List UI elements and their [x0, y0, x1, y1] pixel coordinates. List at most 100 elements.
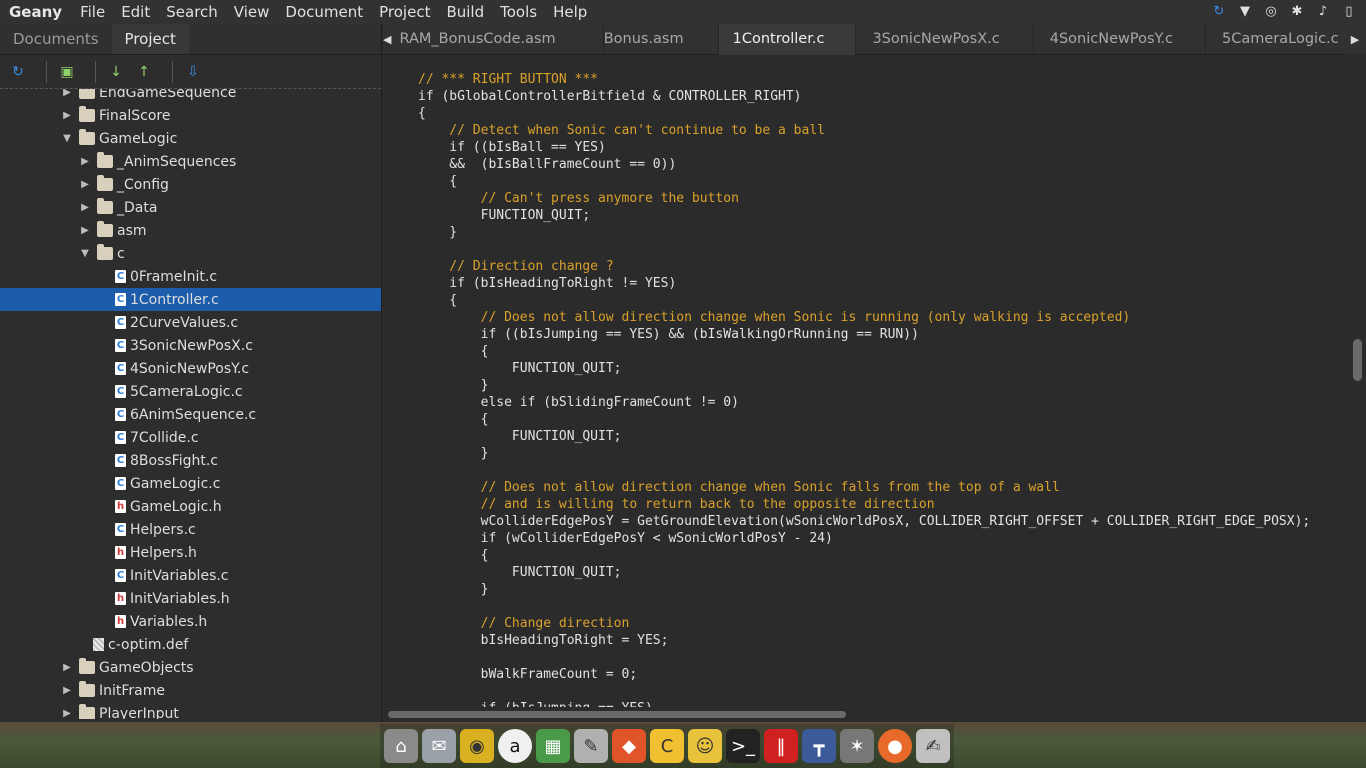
tab-scroll-left-icon[interactable]: ◀ [383, 33, 391, 46]
collapsed-arrow-icon[interactable]: ▶ [79, 179, 91, 190]
tab-project[interactable]: Project [111, 24, 189, 54]
tree-file[interactable]: C 0FrameInit.c [0, 265, 381, 288]
tree-file[interactable]: h InitVariables.h [0, 587, 381, 610]
tree-folder[interactable]: ▶ InitFrame [0, 679, 381, 702]
tree-file[interactable]: C 5CameraLogic.c [0, 380, 381, 403]
tree-file[interactable]: h Variables.h [0, 610, 381, 633]
expanded-arrow-icon[interactable]: ▼ [61, 133, 73, 144]
audio-icon[interactable]: ◉ [460, 729, 494, 763]
tree-file[interactable]: h GameLogic.h [0, 495, 381, 518]
collapsed-arrow-icon[interactable]: ▶ [61, 110, 73, 121]
tree-folder[interactable]: ▼ c [0, 242, 381, 265]
menu-document[interactable]: Document [277, 3, 371, 21]
folder-icon [97, 152, 113, 168]
mail-clock-icon[interactable]: ✉ [422, 729, 456, 763]
tree-file[interactable]: C 4SonicNewPosY.c [0, 357, 381, 380]
tree-file[interactable]: C Helpers.c [0, 518, 381, 541]
expanded-arrow-icon[interactable]: ▼ [79, 248, 91, 259]
wifi-icon[interactable]: ▼ [1236, 2, 1254, 20]
refresh-icon[interactable]: ↻ [8, 62, 28, 82]
amazon-icon[interactable]: a [498, 729, 532, 763]
generic-file-icon [93, 638, 104, 651]
terminal-icon[interactable]: >_ [726, 729, 760, 763]
tree-item-label: 0FrameInit.c [130, 268, 218, 285]
tree-folder[interactable]: ▶ GameObjects [0, 656, 381, 679]
collapsed-arrow-icon[interactable]: ▶ [79, 202, 91, 213]
collapse-icon[interactable]: ⇩ [183, 62, 203, 82]
code-line: // *** RIGHT BUTTON *** [418, 72, 599, 87]
bluetooth-icon[interactable]: ✱ [1288, 2, 1306, 20]
folder-icon [79, 89, 95, 99]
tree-folder[interactable]: ▶ PlayerInput [0, 702, 381, 719]
horizontal-scroll-thumb[interactable] [388, 711, 846, 718]
menu-search[interactable]: Search [158, 3, 226, 21]
spreadsheet-icon[interactable]: ▦ [536, 729, 570, 763]
tree-file[interactable]: h Helpers.h [0, 541, 381, 564]
collapsed-arrow-icon[interactable]: ▶ [79, 225, 91, 236]
folder-icon [97, 221, 113, 237]
vertical-scrollbar[interactable] [1349, 55, 1366, 707]
collapsed-arrow-icon[interactable]: ▶ [61, 708, 73, 719]
collapsed-arrow-icon[interactable]: ▶ [79, 156, 91, 167]
menu-build[interactable]: Build [438, 3, 492, 21]
menu-tools[interactable]: Tools [492, 3, 545, 21]
color-bars-icon[interactable]: ‖ [764, 729, 798, 763]
gimp-icon[interactable]: ✶ [840, 729, 874, 763]
tab-1controller[interactable]: 1Controller.c [718, 23, 857, 55]
tree-file[interactable]: C 1Controller.c [0, 288, 381, 311]
tree-file[interactable]: C 7Collide.c [0, 426, 381, 449]
move-up-icon[interactable]: ↑ [134, 62, 154, 82]
tree-folder[interactable]: ▶ asm [0, 219, 381, 242]
tab-5cameralogic[interactable]: 5CameraLogic.c [1206, 24, 1366, 55]
tab-4sonicnewposy[interactable]: 4SonicNewPosY.c [1034, 23, 1207, 55]
tetris-icon[interactable]: ┳ [802, 729, 836, 763]
tree-folder[interactable]: ▶ _AnimSequences [0, 150, 381, 173]
text-editor-icon[interactable]: ✍ [916, 729, 950, 763]
sync-icon[interactable]: ↻ [1210, 2, 1228, 20]
git-icon[interactable]: ◆ [612, 729, 646, 763]
code-line: bIsHeadingToRight = YES; [418, 633, 669, 648]
menu-file[interactable]: File [72, 3, 113, 21]
new-folder-icon[interactable]: ▣ [57, 62, 77, 82]
tree-item-label: 6AnimSequence.c [130, 406, 257, 423]
browser-icon[interactable]: ◎ [1262, 2, 1280, 20]
tree-file[interactable]: C GameLogic.c [0, 472, 381, 495]
collapsed-arrow-icon[interactable]: ▶ [61, 662, 73, 673]
app-name: Geany [9, 3, 63, 21]
tree-folder[interactable]: ▶ FinalScore [0, 104, 381, 127]
folder-icon [79, 681, 95, 697]
chat-icon[interactable]: ☺ [688, 729, 722, 763]
menu-help[interactable]: Help [545, 3, 595, 21]
tab-documents[interactable]: Documents [0, 24, 112, 54]
tree-file[interactable]: C InitVariables.c [0, 564, 381, 587]
menu-project[interactable]: Project [371, 3, 438, 21]
tree-folder[interactable]: ▶ EndGameSequence [0, 89, 381, 104]
code-line: if (wColliderEdgePosY < wSonicWorldPosY … [418, 531, 833, 546]
battery-icon[interactable]: ▯ [1340, 2, 1358, 20]
horizontal-scrollbar[interactable] [383, 707, 1349, 722]
tab-bonus[interactable]: Bonus.asm [604, 23, 719, 55]
menu-edit[interactable]: Edit [113, 3, 158, 21]
collapsed-arrow-icon[interactable]: ▶ [61, 685, 73, 696]
volume-icon[interactable]: ♪ [1314, 2, 1332, 20]
vertical-scroll-thumb[interactable] [1353, 339, 1362, 381]
tree-file[interactable]: c-optim.def [0, 633, 381, 656]
notes-icon[interactable]: ✎ [574, 729, 608, 763]
code-editor-icon[interactable]: C [650, 729, 684, 763]
collapsed-arrow-icon[interactable]: ▶ [61, 89, 73, 98]
tree-file[interactable]: C 2CurveValues.c [0, 311, 381, 334]
tree-folder[interactable]: ▶ _Config [0, 173, 381, 196]
tab-ram-bonuscode[interactable]: RAM_BonusCode.asm [391, 23, 604, 55]
tree-file[interactable]: C 6AnimSequence.c [0, 403, 381, 426]
tree-folder[interactable]: ▶ _Data [0, 196, 381, 219]
menu-view[interactable]: View [226, 3, 278, 21]
tree-file[interactable]: C 3SonicNewPosX.c [0, 334, 381, 357]
home-folder-icon[interactable]: ⌂ [384, 729, 418, 763]
move-down-icon[interactable]: ↓ [106, 62, 126, 82]
firefox-icon[interactable]: ● [878, 729, 912, 763]
code-view[interactable]: // *** RIGHT BUTTON *** if (bGlobalContro… [383, 55, 1349, 707]
tab-scroll-right-icon[interactable]: ▶ [1344, 24, 1366, 55]
tab-3sonicnewposx[interactable]: 3SonicNewPosX.c [856, 23, 1034, 55]
tree-file[interactable]: C 8BossFight.c [0, 449, 381, 472]
tree-folder[interactable]: ▼ GameLogic [0, 127, 381, 150]
